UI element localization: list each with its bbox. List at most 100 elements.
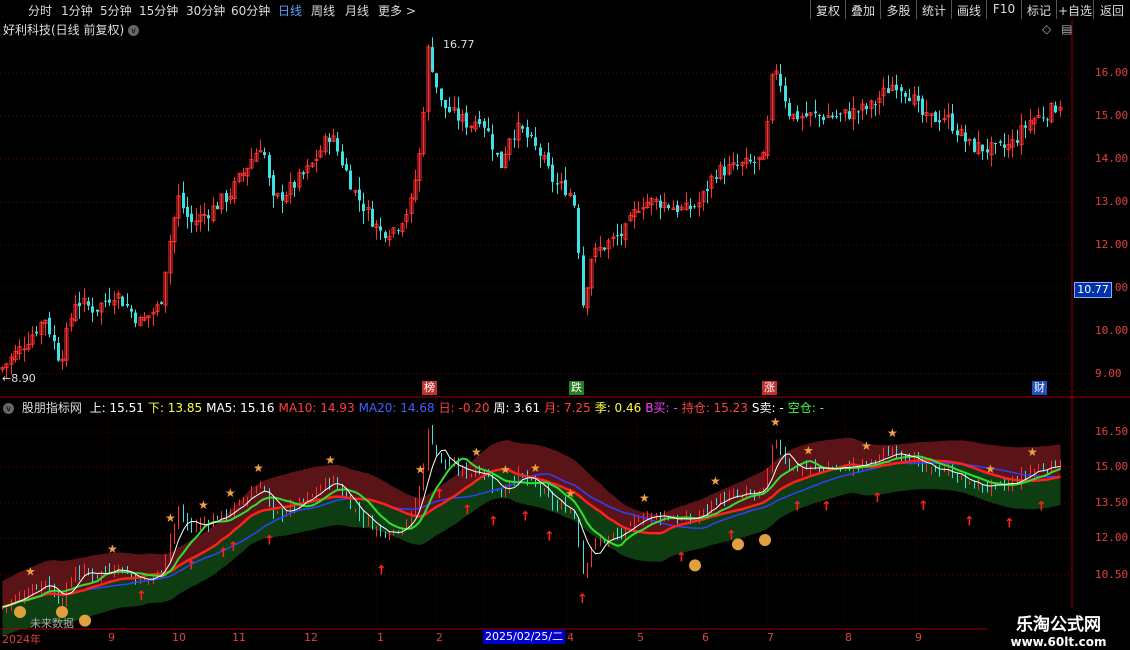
- timeframe-tab[interactable]: 15分钟: [139, 2, 178, 19]
- candle-body: [556, 183, 559, 185]
- candle-body: [822, 116, 825, 121]
- timeframe-tab[interactable]: 分时: [28, 2, 52, 19]
- buy-arrow-icon: ↑: [872, 491, 883, 506]
- timeframe-tab[interactable]: 1分钟: [61, 2, 93, 19]
- timeframe-tab[interactable]: 5分钟: [100, 2, 132, 19]
- candle-body: [349, 170, 352, 190]
- indicator-value: 季: 0.46: [594, 401, 642, 415]
- candle-body: [865, 105, 868, 110]
- candle-body: [293, 182, 296, 188]
- runner-icon: ★: [985, 462, 996, 476]
- panel-controls: ◇ ▤: [1042, 22, 1072, 36]
- buy-arrow-icon: ↑: [136, 589, 147, 604]
- candle-body: [87, 301, 90, 306]
- candle-body: [108, 299, 111, 303]
- watermark: 乐淘公式网 www.60lt.com: [987, 608, 1130, 650]
- runner-icon: ★: [530, 461, 541, 475]
- money-bag-icon: [14, 606, 26, 618]
- indicator-value: 月: 7.25: [544, 401, 591, 415]
- event-tag[interactable]: 财: [1032, 381, 1047, 395]
- candle-body: [951, 113, 954, 131]
- candle-body: [328, 137, 331, 143]
- money-bag-icon: [79, 614, 91, 627]
- candle-body: [805, 113, 808, 117]
- runner-icon: ★: [565, 486, 576, 500]
- lower-band: [2, 460, 1061, 636]
- timeframe-tab[interactable]: 月线: [345, 2, 369, 19]
- buy-arrow-icon: ↑: [488, 515, 499, 530]
- watermark-title: 乐淘公式网: [1016, 615, 1101, 635]
- panel-toggle-icon[interactable]: ▤: [1061, 22, 1072, 36]
- toolbar-button[interactable]: 标记: [1021, 0, 1056, 19]
- candle-body: [1054, 105, 1057, 113]
- timeframe-tab[interactable]: 日线: [278, 2, 302, 19]
- candle-body: [397, 230, 400, 232]
- event-tag[interactable]: 跌: [569, 381, 584, 395]
- candle-body: [457, 108, 460, 121]
- indicator-value: MA20: 14.68: [358, 401, 435, 415]
- candle-body: [908, 97, 911, 102]
- runner-icon: ★: [107, 542, 118, 556]
- candle-body: [1024, 125, 1027, 128]
- time-axis-label: 12: [304, 631, 318, 644]
- diamond-icon[interactable]: ◇: [1042, 22, 1051, 36]
- indicator-name[interactable]: 股朋指标网: [22, 401, 82, 415]
- buy-arrow-icon: ↑: [964, 515, 975, 530]
- timeframe-tab[interactable]: 周线: [311, 2, 335, 19]
- candle-body: [1046, 119, 1049, 121]
- low-price-label: 8.90: [11, 372, 36, 385]
- timeframe-tab[interactable]: 30分钟: [186, 2, 225, 19]
- candle-body: [994, 142, 997, 144]
- candle-body: [547, 152, 550, 167]
- candle-body: [564, 179, 567, 196]
- candle-body: [964, 132, 967, 142]
- timeframe-tab[interactable]: 60分钟: [231, 2, 270, 19]
- candle-body: [973, 138, 976, 152]
- time-axis-label: 9: [915, 631, 922, 644]
- candle-body: [483, 121, 486, 128]
- candle-body: [384, 232, 387, 239]
- candle-body: [371, 208, 374, 227]
- toolbar-button[interactable]: F10: [986, 0, 1021, 19]
- toolbar-button[interactable]: 复权: [810, 0, 845, 19]
- candle-body: [341, 151, 344, 166]
- toolbar-button[interactable]: 画线: [951, 0, 986, 19]
- toolbar-button[interactable]: 多股: [880, 0, 916, 19]
- event-tag[interactable]: 榜: [422, 381, 437, 395]
- candle-body: [835, 116, 838, 118]
- candle-body: [981, 144, 984, 152]
- stock-title: 好利科技(日线 前复权): [3, 23, 125, 37]
- chevron-down-icon[interactable]: v: [3, 403, 14, 414]
- candle-body: [190, 213, 193, 223]
- candle-body: [659, 200, 662, 208]
- candle-body: [788, 102, 791, 117]
- toolbar-button[interactable]: 统计: [916, 0, 951, 19]
- toolbar-button[interactable]: 叠加: [845, 0, 880, 19]
- chart-canvas: ↑↑↑ ↑ ↑↑↑↑↑ ↑↑↑↑↑↑ ↑↑↑↑ ↑↑★★★★★★★★★★ ★★ ★★★★ ★★★…: [0, 20, 1130, 636]
- candle-body: [35, 331, 38, 334]
- time-axis-label: 8: [845, 631, 852, 644]
- candle-body: [723, 166, 726, 176]
- toolbar-button[interactable]: 返回: [1093, 0, 1130, 19]
- money-bag-icon: [689, 559, 701, 572]
- toolbar-button[interactable]: +自选: [1056, 0, 1093, 19]
- candle-body: [603, 247, 606, 250]
- timeframe-tab[interactable]: 更多 >: [378, 2, 416, 19]
- candle-body: [496, 152, 499, 155]
- candle-body: [620, 233, 623, 237]
- time-axis-label: 2: [436, 631, 443, 644]
- indicator-axis-label: 12.00: [1095, 531, 1129, 544]
- indicator-header: v 股朋指标网 上: 15.51 下: 13.85 MA5: 15.16 MA10: …: [3, 399, 828, 416]
- time-axis-label: 1: [377, 631, 384, 644]
- candle-body: [345, 164, 348, 171]
- chevron-down-icon[interactable]: v: [128, 25, 140, 36]
- candle-body: [967, 138, 972, 141]
- candle-body: [986, 149, 989, 153]
- candle-body: [469, 125, 474, 128]
- candle-body: [225, 192, 228, 202]
- time-axis-label: 7: [767, 631, 774, 644]
- buy-arrow-icon: ↑: [264, 533, 275, 548]
- event-tag[interactable]: 涨: [762, 381, 777, 395]
- indicator-value: B买: -: [645, 401, 678, 415]
- candle-body: [839, 113, 842, 115]
